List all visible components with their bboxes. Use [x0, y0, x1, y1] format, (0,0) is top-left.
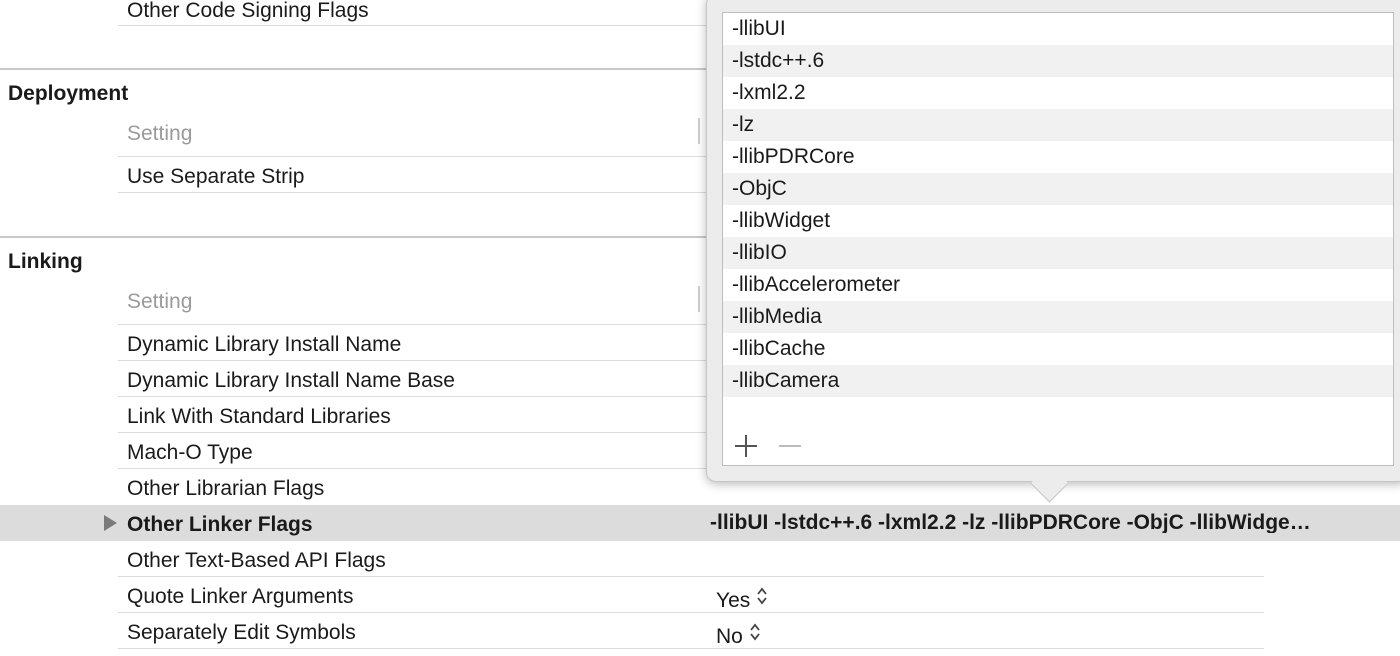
- setting-other-librarian-flags[interactable]: Other Librarian Flags: [127, 478, 324, 499]
- stepper-icon[interactable]: [756, 586, 768, 609]
- section-title-linking: Linking: [8, 250, 83, 273]
- plus-icon[interactable]: [733, 433, 759, 459]
- setting-other-code-signing-flags[interactable]: Other Code Signing Flags: [127, 0, 369, 21]
- setting-quote-linker-arguments[interactable]: Quote Linker Arguments: [127, 586, 353, 607]
- flag-list-item[interactable]: -llibMedia: [723, 301, 1393, 333]
- flag-list-item[interactable]: -llibIO: [723, 237, 1393, 269]
- flag-list-item[interactable]: -llibCache: [723, 333, 1393, 365]
- column-divider[interactable]: [698, 286, 700, 312]
- setting-mach-o-type[interactable]: Mach-O Type: [127, 442, 253, 463]
- setting-separately-edit-symbols[interactable]: Separately Edit Symbols: [127, 622, 356, 643]
- column-divider[interactable]: [698, 118, 700, 144]
- list-toolbar: [723, 429, 1393, 465]
- flag-list-item[interactable]: -llibWidget: [723, 205, 1393, 237]
- stepper-icon[interactable]: [749, 622, 761, 645]
- flag-list-item[interactable]: -ObjC: [723, 173, 1393, 205]
- setting-dynamic-library-install-name-base[interactable]: Dynamic Library Install Name Base: [127, 370, 455, 391]
- flag-list-item[interactable]: -lstdc++.6: [723, 45, 1393, 77]
- linker-flags-list[interactable]: -llibUI -lstdc++.6 -lxml2.2 -lz -llibPDRCore…: [722, 12, 1394, 466]
- separately-edit-symbols-value[interactable]: No: [716, 622, 761, 647]
- flag-list-items: -llibUI -lstdc++.6 -lxml2.2 -lz -llibPDRCore…: [723, 13, 1393, 397]
- value-label: Yes: [716, 589, 751, 612]
- flag-list-item[interactable]: -llibCamera: [723, 365, 1393, 397]
- minus-icon[interactable]: [777, 433, 803, 459]
- flag-list-item[interactable]: -llibAccelerometer: [723, 269, 1393, 301]
- setting-other-linker-flags[interactable]: Other Linker Flags: [127, 514, 313, 535]
- column-header-setting[interactable]: Setting: [127, 122, 192, 146]
- row-divider: [118, 612, 1264, 613]
- flag-list-item[interactable]: -llibUI: [723, 13, 1393, 45]
- row-divider: [118, 576, 1264, 577]
- quote-linker-arguments-value[interactable]: Yes: [716, 586, 768, 611]
- setting-other-text-based-api-flags[interactable]: Other Text-Based API Flags: [127, 550, 386, 571]
- flag-list-item[interactable]: -llibPDRCore: [723, 141, 1393, 173]
- setting-dynamic-library-install-name[interactable]: Dynamic Library Install Name: [127, 334, 401, 355]
- flag-list-item[interactable]: -lxml2.2: [723, 77, 1393, 109]
- setting-link-with-standard-libraries[interactable]: Link With Standard Libraries: [127, 406, 391, 427]
- other-linker-flags-value[interactable]: -llibUI -lstdc++.6 -lxml2.2 -lz -llibPDR…: [710, 512, 1400, 533]
- value-label: No: [716, 625, 743, 648]
- row-divider: [118, 648, 1264, 649]
- column-header-setting[interactable]: Setting: [127, 290, 192, 314]
- section-title-deployment: Deployment: [8, 82, 129, 105]
- disclosure-triangle-icon[interactable]: [104, 515, 117, 531]
- flag-list-item[interactable]: -lz: [723, 109, 1393, 141]
- setting-use-separate-strip[interactable]: Use Separate Strip: [127, 166, 304, 187]
